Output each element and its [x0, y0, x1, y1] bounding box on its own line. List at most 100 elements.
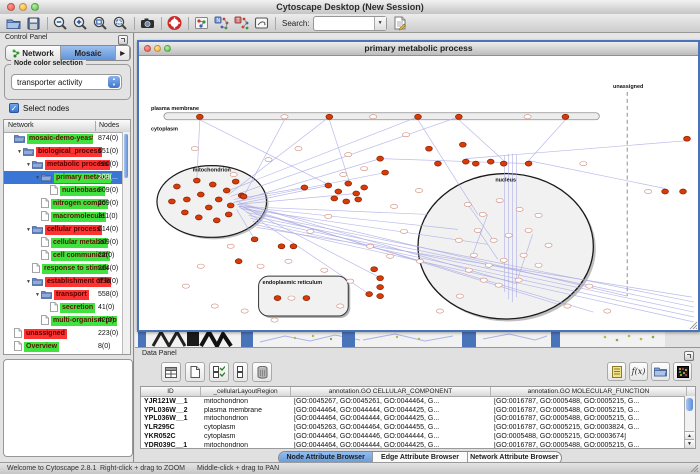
function-icon[interactable]: f(x)	[629, 362, 648, 381]
open-icon[interactable]	[5, 15, 22, 31]
table-row[interactable]: YLR295Ccytoplasm[GO:0045263, GO:0044464,…	[141, 423, 695, 432]
tree-row-node-count: 223(0)	[98, 330, 118, 337]
tree-row-node-count: 614(0)	[98, 226, 118, 233]
node-colored	[377, 294, 384, 299]
node-unselected	[340, 172, 347, 176]
expand-arrow-icon[interactable]: ▼	[34, 175, 41, 181]
search-field[interactable]	[314, 17, 374, 30]
tree-col-network[interactable]: Network	[8, 122, 34, 129]
checklist-icon[interactable]	[209, 362, 229, 382]
toolbar-separator	[47, 17, 48, 30]
annotation-icon[interactable]	[253, 15, 270, 31]
matrix-icon[interactable]	[673, 362, 692, 381]
color-attribute-dropdown[interactable]: transporter activity ▲▼	[11, 74, 122, 90]
table-row[interactable]: YJR121W__1mitochondrion[GO:0045267, GO:0…	[141, 397, 695, 406]
table-scrollbar-thumb[interactable]	[686, 398, 693, 411]
tree-row[interactable]: ▼cellular process614(0)	[4, 223, 123, 236]
expand-arrow-icon[interactable]: ▼	[25, 279, 32, 285]
help-ring-icon[interactable]	[166, 15, 183, 31]
table-row[interactable]: YKR052Ccytoplasm[GO:0044464, GO:0044446,…	[141, 432, 695, 441]
list-icon[interactable]	[233, 362, 248, 382]
camera-icon[interactable]	[139, 15, 156, 31]
node-unselected	[604, 309, 611, 313]
tab-network[interactable]: Network	[6, 46, 61, 60]
vizmapper-icon[interactable]	[193, 15, 210, 31]
node-colored	[462, 159, 469, 164]
region-label: plasma membrane	[151, 106, 199, 112]
select-nodes-checkbox[interactable]: ✓	[9, 103, 19, 113]
node-colored	[353, 191, 360, 196]
table-row[interactable]: YPL036W__2plasma membrane[GO:0044464, GO…	[141, 406, 695, 415]
table-row[interactable]: YDR039C__1mitochondrion[GO:0044464, GO:0…	[141, 441, 695, 449]
network-canvas[interactable]: plasma membranecytoplasmmitochondrionnuc…	[139, 55, 694, 326]
tree-scrollbar[interactable]	[122, 132, 130, 354]
table-cell: mitochondrion	[201, 398, 291, 405]
notes-icon[interactable]	[607, 362, 626, 381]
status-bar: Welcome to Cytoscape 2.8.1 Right-click +…	[0, 462, 700, 474]
node-colored	[235, 259, 242, 264]
tree-row[interactable]: mosaic-demo-yeast874(0)	[4, 132, 123, 145]
scroll-down-icon[interactable]: ▼	[685, 439, 694, 448]
tree-row[interactable]: cellular metabol209(0)	[4, 236, 123, 249]
table-import-icon[interactable]: T	[233, 15, 250, 31]
expand-arrow-icon[interactable]: ▼	[34, 292, 41, 298]
network-resize-grip[interactable]	[689, 321, 698, 330]
tree-row[interactable]: ▼biological_process651(0)	[4, 145, 123, 158]
attribute-table-header: ID_cellularLayoutRegionannotation.GO CEL…	[141, 387, 695, 397]
node-unselected	[564, 304, 571, 308]
tree-col-nodes[interactable]: Nodes	[99, 122, 119, 129]
table-column-header[interactable]: _cellularLayoutRegion	[201, 387, 291, 396]
table-cell: YJR121W__1	[141, 398, 201, 405]
attribute-table-icon[interactable]	[161, 362, 181, 382]
table-row[interactable]: YPL036W__1mitochondrion[GO:0044464, GO:0…	[141, 415, 695, 424]
float-panel-icon[interactable]	[118, 35, 128, 45]
save-icon[interactable]	[25, 15, 42, 31]
zoom-in-icon[interactable]	[72, 15, 89, 31]
node-unselected	[500, 258, 507, 262]
node-unselected	[182, 284, 189, 288]
tree-row[interactable]: ▼transport558(0)	[4, 288, 123, 301]
tab-overflow-arrow[interactable]: ▶	[116, 46, 130, 60]
table-cell: [GO:0044464, GO:0044444, GO:0044425, G..…	[291, 442, 491, 449]
zoom-fit-icon[interactable]	[92, 15, 109, 31]
float-data-panel-icon[interactable]	[684, 351, 694, 361]
tree-row[interactable]: macromolecule311(0)	[4, 210, 123, 223]
new-attribute-icon[interactable]	[185, 362, 205, 382]
table-column-header[interactable]: annotation.GO MOLECULAR_FUNCTION	[491, 387, 687, 396]
toolbar-separator	[188, 17, 189, 30]
table-column-header[interactable]: ID	[141, 387, 201, 396]
expand-arrow-icon[interactable]: ▼	[16, 149, 23, 155]
search-input[interactable]: ▼	[313, 16, 387, 31]
node-unselected	[285, 259, 292, 263]
tab-mosaic[interactable]: Mosaic	[61, 46, 116, 60]
tree-row[interactable]: ▼primary metabo209(...	[4, 171, 123, 184]
tree-row[interactable]: Overview8(0)	[4, 340, 123, 353]
window-resize-grip[interactable]	[690, 464, 699, 473]
nucleus-region	[418, 174, 593, 319]
network-window-titlebar[interactable]: primary metabolic process	[139, 42, 698, 56]
table-scrollbar[interactable]: ▲ ▼	[684, 396, 695, 448]
search-dropdown-arrow[interactable]: ▼	[374, 17, 386, 30]
table-cell: [GO:0016787, GO:0005488, GO:0005215, G..…	[491, 407, 687, 414]
tree-row[interactable]: secretion41(0)	[4, 301, 123, 314]
folder-icon[interactable]	[651, 362, 670, 381]
network-import-icon[interactable]: N	[213, 15, 230, 31]
table-column-header[interactable]: annotation.GO CELLULAR_COMPONENT	[291, 387, 491, 396]
search-doc-icon[interactable]	[391, 15, 408, 31]
tree-row[interactable]: response to stimulu264(0)	[4, 262, 123, 275]
zoom-out-icon[interactable]	[52, 15, 69, 31]
tree-row[interactable]: ▼metabolic process280(0)	[4, 158, 123, 171]
expand-arrow-icon[interactable]: ▼	[25, 227, 32, 233]
expand-arrow-icon[interactable]: ▼	[25, 162, 32, 168]
tree-row[interactable]: nucleobase-209(0)	[4, 184, 123, 197]
node-colored	[459, 142, 466, 147]
tree-row[interactable]: ▼establishment of lo558(0)	[4, 275, 123, 288]
node-unselected	[479, 212, 486, 216]
edge	[466, 141, 687, 159]
tree-row-node-count: 558(0)	[98, 291, 118, 298]
tree-scrollbar-thumb[interactable]	[124, 134, 128, 178]
trash-icon[interactable]	[252, 362, 272, 382]
tree-row[interactable]: nitrogen compo209(0)	[4, 197, 123, 210]
zoom-region-icon[interactable]	[112, 15, 129, 31]
tree-row[interactable]: cell communicat22(0)	[4, 249, 123, 262]
